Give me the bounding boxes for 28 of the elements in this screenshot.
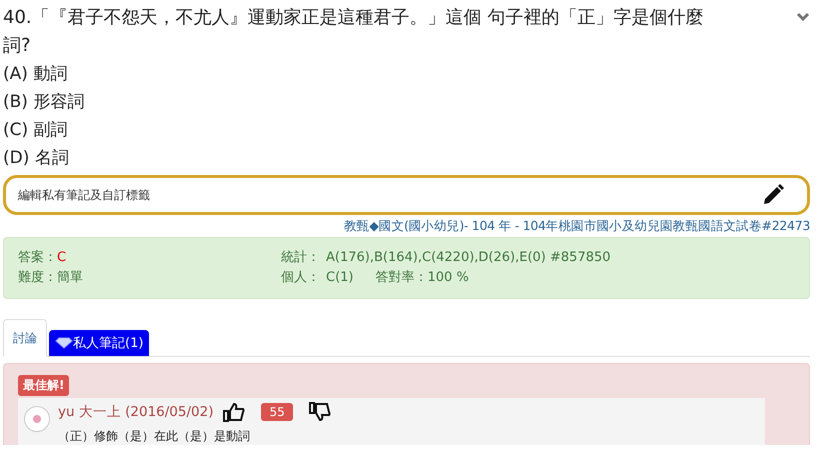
answer-label: 答案： [18, 250, 57, 265]
vote-count: 55 [261, 403, 293, 421]
tab[interactable]: 討論 [3, 319, 47, 357]
best-answer-badge: 最佳解! [18, 375, 70, 396]
thumbs-down-icon[interactable] [308, 402, 331, 422]
thumbs-up-icon[interactable] [223, 402, 246, 422]
gem-icon [55, 337, 73, 349]
tab[interactable]: 私人筆記(1) [49, 330, 150, 356]
answer-text: （正）修飾（是）在此（是）是動詞 [58, 428, 251, 445]
stats-label: 統計： [281, 250, 320, 265]
personal-label: 個人： [281, 270, 320, 285]
difficulty-text: 難度：簡單 [18, 270, 83, 285]
note-input[interactable]: 編輯私有筆記及自訂標籤 [18, 186, 761, 204]
pencil-icon[interactable] [761, 183, 785, 207]
answer-value: C [57, 250, 66, 265]
author-link[interactable]: yu 大一上 (2016/05/02) [58, 403, 214, 421]
personal-value: C(1) [326, 270, 354, 285]
correct-rate: 答對率：100 % [376, 270, 469, 285]
stats-value: A(176),B(164),C(4220),D(26),E(0) #857850 [326, 250, 611, 265]
chevron-down-icon[interactable] [796, 12, 810, 22]
answer-option: (B) 形容詞 [3, 88, 810, 116]
answer-option: (A) 動詞 [3, 60, 810, 88]
question-text: 40.「『君子不怨天，不尤人』運動家正是這種君子。」這個 句子裡的「正」字是個什麼詞? [3, 6, 704, 58]
source-link[interactable]: 教甄◆國文(國小幼兒)- 104 年 - 104年桃園市國小及幼兒園教甄國語文試卷#22473 [344, 218, 810, 235]
note-field[interactable]: 編輯私有筆記及自訂標籤 [3, 175, 810, 215]
answer-option: (C) 副詞 [3, 116, 810, 144]
answer-option: (D) 名詞 [3, 144, 810, 172]
avatar-icon [24, 406, 50, 432]
